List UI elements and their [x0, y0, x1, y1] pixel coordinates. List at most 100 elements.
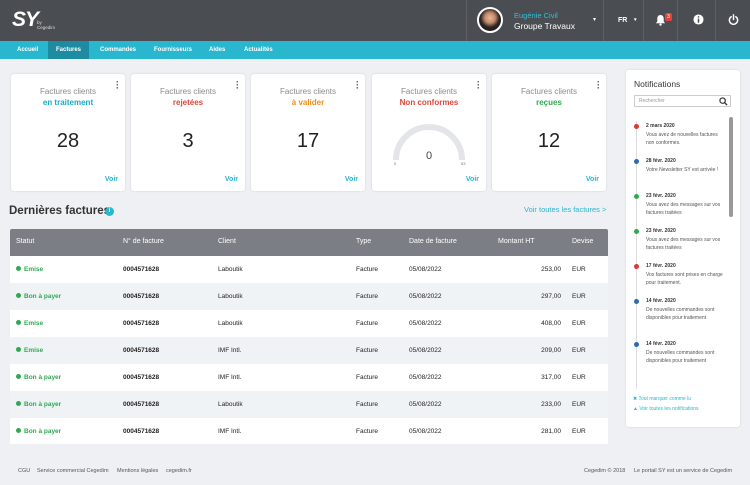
column-header[interactable]: Type [356, 238, 371, 245]
footer: CGU Service commercial Cegedim Mentions … [0, 458, 750, 485]
notification-dot [634, 229, 639, 234]
notification-dot [634, 264, 639, 269]
footer-link-cegedim[interactable]: cegedim.fr [166, 468, 192, 474]
nav-factures[interactable]: Factures [48, 41, 90, 59]
info-button[interactable] [682, 0, 716, 41]
status-cell: Emise [16, 347, 43, 354]
card-link[interactable]: Voir [225, 176, 238, 183]
nav-aides[interactable]: Aides [201, 41, 233, 59]
column-header[interactable]: Date de facture [409, 238, 457, 245]
client-cell: Laboutik [218, 401, 243, 408]
column-header[interactable]: N° de facture [123, 238, 164, 245]
logo[interactable]: SY [12, 8, 39, 32]
currency-cell: EUR [572, 320, 586, 327]
type-cell: Facture [356, 374, 379, 381]
table-row[interactable]: Emise 0004571628 Laboutik Facture 05/08/2022… [10, 310, 608, 337]
client-cell: Laboutik [218, 266, 243, 273]
notifications-button[interactable]: 3 [644, 0, 678, 41]
mark-all-read-label: Tout marquer comme lu [638, 396, 692, 402]
notification-dot [634, 194, 639, 199]
status-cell: Bon à payer [16, 374, 61, 381]
card-rejetees: · · · Factures clients rejetées 3 Voir [131, 74, 245, 191]
invoice-number-cell: 0004571628 [123, 320, 160, 327]
card-link[interactable]: Voir [105, 176, 118, 183]
language-selector[interactable]: FR ▾ [604, 0, 644, 41]
chevron-down-icon: ▾ [634, 17, 637, 23]
type-cell: Facture [356, 401, 379, 408]
card-status: Non conformes [399, 98, 459, 107]
type-cell: Facture [356, 293, 379, 300]
notification-date: 14 févr. 2020 [646, 298, 676, 304]
column-header[interactable]: Devise [572, 238, 593, 245]
language-label: FR [618, 17, 628, 24]
card-link[interactable]: Voir [586, 176, 599, 183]
top-bar: SY by Cegedim Eugénie Civil Groupe Trava… [0, 0, 750, 41]
card-link[interactable]: Voir [466, 176, 479, 183]
see-all-notifications-link[interactable]: ▲ Voir toutes les notifications [633, 406, 699, 412]
notification-text: Vous avez des messages sur vos factures … [646, 202, 721, 216]
logo-subtitle: by Cegedim [37, 20, 55, 30]
table-row[interactable]: Emise 0004571628 IMF Intl. Facture 05/08/202… [10, 337, 608, 364]
see-all-notifications-label: Voir toutes les notifications [639, 406, 699, 412]
nav-actualites[interactable]: Actualités [236, 41, 281, 59]
notifications-search-input[interactable]: Rechercher [634, 95, 731, 107]
card-count: 12 [537, 130, 561, 152]
table-row[interactable]: Bon à payer 0004571628 Laboutik Facture 05/0… [10, 391, 608, 418]
card-non-conformes: · · · Factures clients Non conformes 0 0 6… [372, 74, 486, 191]
card-count: 17 [296, 130, 320, 152]
date-cell: 05/08/2022 [409, 347, 442, 354]
currency-cell: EUR [572, 428, 586, 435]
status-cell: Bon à payer [16, 428, 61, 435]
card-label: Factures clients [400, 87, 458, 96]
search-placeholder: Rechercher [639, 98, 665, 104]
user-menu[interactable]: Eugénie Civil Groupe Travaux ▾ [466, 0, 604, 41]
info-icon[interactable]: i [105, 207, 114, 216]
see-all-invoices-link[interactable]: Voir toutes les factures > [524, 205, 606, 214]
footer-link-service[interactable]: Service commercial Cegedim [37, 468, 109, 474]
invoice-number-cell: 0004571628 [123, 428, 160, 435]
invoice-number-cell: 0004571628 [123, 401, 160, 408]
avatar[interactable] [477, 7, 503, 33]
notification-date: 28 févr. 2020 [646, 158, 676, 164]
column-header[interactable]: Statut [16, 238, 34, 245]
card-label: Factures clients [159, 87, 217, 96]
footer-service: Le portail SY est un service de Cegedim [634, 468, 733, 474]
date-cell: 05/08/2022 [409, 293, 442, 300]
column-header[interactable]: Client [218, 238, 236, 245]
footer-link-mentions[interactable]: Mentions légales [117, 468, 158, 474]
table-row[interactable]: Bon à payer 0004571628 Laboutik Facture 05/0… [10, 283, 608, 310]
invoice-number-cell: 0004571628 [123, 293, 160, 300]
notification-text: Vos factures sont prises en charge pour … [646, 272, 723, 286]
nav-commandes[interactable]: Commandes [92, 41, 144, 59]
notification-text: De nouvelles commandes sont disponibles … [646, 307, 715, 321]
status-cell: Emise [16, 266, 43, 273]
search-icon[interactable] [719, 97, 728, 106]
notification-text: Votre Newsletter SY est arrivée ! [646, 167, 719, 173]
table-row[interactable]: Bon à payer 0004571628 IMF Intl. Facture 05/… [10, 418, 608, 444]
table-row[interactable]: Bon à payer 0004571628 IMF Intl. Facture 05/… [10, 364, 608, 391]
column-header[interactable]: Montant HT [498, 238, 535, 245]
notification-text: Vous avez de nouvelles factures non conf… [646, 132, 718, 146]
invoice-number-cell: 0004571628 [123, 374, 160, 381]
scrollbar[interactable] [729, 117, 733, 217]
notifications-title: Notifications [634, 79, 681, 89]
nav-fournisseurs[interactable]: Fournisseurs [146, 41, 200, 59]
amount-cell: 317,00 [541, 374, 561, 381]
card-status: rejetées [172, 98, 204, 107]
card-recues: · · · Factures clients reçues 12 Voir [492, 74, 606, 191]
invoice-number-cell: 0004571628 [123, 347, 160, 354]
table-row[interactable]: Emise 0004571628 Laboutik Facture 05/08/2022… [10, 256, 608, 283]
client-cell: Laboutik [218, 293, 243, 300]
card-link[interactable]: Voir [345, 176, 358, 183]
client-cell: IMF Intl. [218, 428, 242, 435]
invoice-number-cell: 0004571628 [123, 266, 160, 273]
card-status: en traitement [42, 98, 94, 107]
mark-all-read-link[interactable]: ✖ Tout marquer comme lu [633, 396, 691, 402]
footer-link-cgu[interactable]: CGU [18, 468, 30, 474]
type-cell: Facture [356, 320, 379, 327]
notification-count-badge: 3 [665, 13, 672, 21]
card-en-traitement: · · · Factures clients en traitement 28 Vo… [11, 74, 125, 191]
chevron-down-icon[interactable]: ▾ [593, 16, 596, 23]
logout-button[interactable] [717, 0, 750, 41]
nav-accueil[interactable]: Accueil [9, 41, 46, 59]
